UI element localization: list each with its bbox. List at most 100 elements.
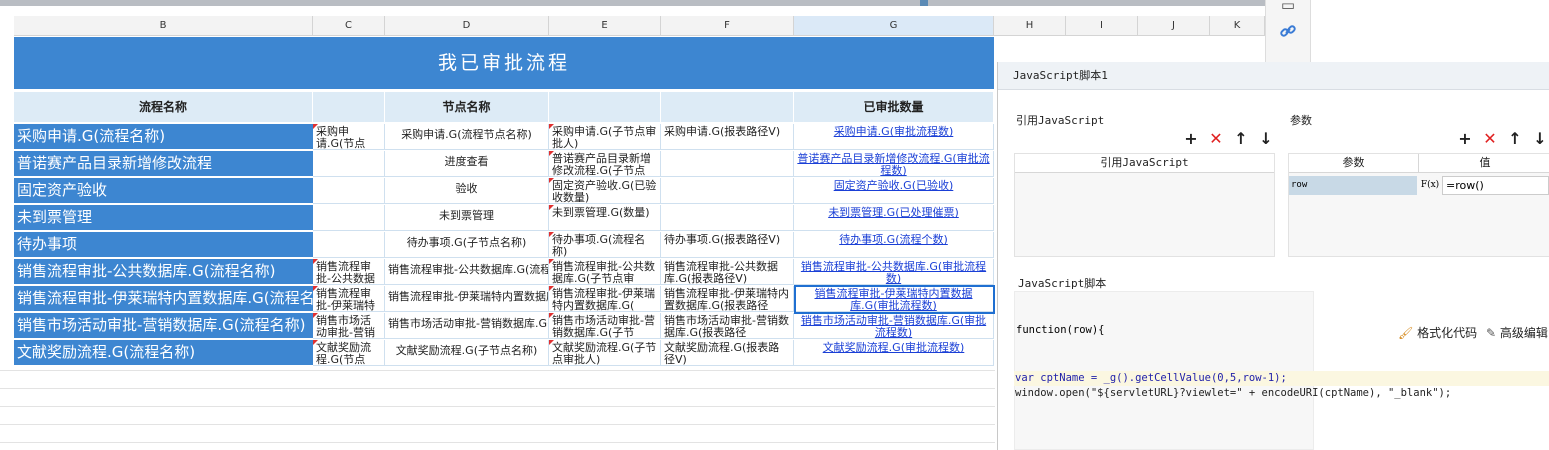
- header-node-name[interactable]: 节点名称: [385, 92, 549, 122]
- grid-line: [0, 370, 995, 371]
- value-column-header: 值: [1419, 154, 1549, 173]
- cell-d[interactable]: 未到票管理: [385, 205, 549, 231]
- cell-d[interactable]: 验收: [385, 178, 549, 204]
- col-header-i[interactable]: I: [1066, 16, 1138, 36]
- cell-d[interactable]: 销售流程审批-公共数据库.G(流程节点名称): [385, 259, 549, 285]
- cell-f[interactable]: [661, 178, 794, 204]
- cell-g[interactable]: 采购申请.G(审批流程数): [794, 124, 994, 150]
- process-name-cell[interactable]: 普诺赛产品目录新增修改流程: [14, 151, 313, 177]
- param-name-cell[interactable]: row: [1289, 176, 1417, 195]
- cell-e[interactable]: 待办事项.G(流程名称): [549, 232, 661, 258]
- cell-c[interactable]: [313, 232, 385, 258]
- cell-f[interactable]: [661, 151, 794, 177]
- code-line-1[interactable]: var cptName = _g().getCellValue(0,5,row-…: [1015, 372, 1287, 384]
- cell-g[interactable]: 销售流程审批-公共数据库.G(审批流程数): [794, 259, 994, 285]
- param-value-input[interactable]: =row(): [1442, 176, 1549, 195]
- cell-text: 销售市场活动审批-营销数据库.G(流程节点名称): [388, 317, 548, 330]
- header-empty-e[interactable]: [549, 92, 661, 122]
- cell-c[interactable]: 销售流程审批-伊莱瑞特: [313, 286, 385, 312]
- cell-e[interactable]: 固定资产验收.G(已验收数量): [549, 178, 661, 204]
- move-up-js-button[interactable]: ↑: [1232, 130, 1250, 148]
- header-empty-c[interactable]: [313, 92, 385, 122]
- cell-text: 销售市场活动审批-营销: [316, 314, 375, 339]
- process-name-cell[interactable]: 销售流程审批-公共数据库.G(流程名称): [14, 259, 313, 285]
- process-name-cell[interactable]: 采购申请.G(流程名称): [14, 124, 313, 150]
- cell-e[interactable]: 采购申请.G(子节点审批人): [549, 124, 661, 150]
- format-code-button[interactable]: 🖌 格式化代码: [1398, 324, 1477, 341]
- formula-icon[interactable]: F(x): [1420, 176, 1440, 195]
- process-name-cell[interactable]: 文献奖励流程.G(流程名称): [14, 340, 313, 366]
- ref-js-list[interactable]: 引用JavaScript: [1014, 153, 1275, 257]
- header-empty-f[interactable]: [661, 92, 794, 122]
- scroll-thumb[interactable]: [920, 0, 928, 6]
- cell-g[interactable]: 待办事项.G(流程个数): [794, 232, 994, 258]
- cell-icon[interactable]: ▭: [1278, 0, 1298, 14]
- report-title-banner[interactable]: 我已审批流程: [14, 37, 994, 89]
- params-table[interactable]: 参数 值 row F(x) =row(): [1288, 153, 1549, 257]
- cell-g[interactable]: 固定资产验收.G(已验收): [794, 178, 994, 204]
- cell-d[interactable]: 进度查看: [385, 151, 549, 177]
- cell-d[interactable]: 销售流程审批-伊莱瑞特内置数据库.G(流程节点名称): [385, 286, 549, 312]
- cell-e[interactable]: 销售市场活动审批-营销数据库.G(子节: [549, 313, 661, 339]
- process-name-cell[interactable]: 销售市场活动审批-营销数据库.G(流程名称): [14, 313, 313, 339]
- add-js-button[interactable]: +: [1182, 130, 1200, 148]
- col-header-g[interactable]: G: [794, 16, 994, 36]
- cell-f[interactable]: 销售流程审批-伊莱瑞特内置数据库.G(报表路径: [661, 286, 794, 312]
- col-header-c[interactable]: C: [313, 16, 385, 36]
- cell-e[interactable]: 未到票管理.G(数量): [549, 205, 661, 231]
- process-name-cell[interactable]: 销售流程审批-伊莱瑞特内置数据库.G(流程名称): [14, 286, 313, 312]
- cell-text: 销售市场活动审批-营销数据库.G(审批流程数): [800, 314, 987, 339]
- cell-e[interactable]: 销售流程审批-伊莱瑞特内置数据库.G(: [549, 286, 661, 312]
- cell-text: 销售流程审批-伊莱瑞特内置数据库.G(流程节点名称): [388, 290, 548, 303]
- cell-f[interactable]: 待办事项.G(报表路径V): [661, 232, 794, 258]
- col-header-j[interactable]: J: [1138, 16, 1210, 36]
- col-header-k[interactable]: K: [1210, 16, 1265, 36]
- delete-param-button[interactable]: ✕: [1481, 130, 1499, 148]
- cell-g[interactable]: 销售市场活动审批-营销数据库.G(审批流程数): [794, 313, 994, 339]
- cell-f[interactable]: [661, 205, 794, 231]
- cell-c[interactable]: [313, 151, 385, 177]
- cell-d[interactable]: 文献奖励流程.G(子节点名称): [385, 340, 549, 366]
- cell-d[interactable]: 销售市场活动审批-营销数据库.G(流程节点名称): [385, 313, 549, 339]
- cell-f[interactable]: 采购申请.G(报表路径V): [661, 124, 794, 150]
- advanced-edit-button[interactable]: ✎ 高级编辑: [1486, 324, 1548, 341]
- delete-js-button[interactable]: ✕: [1207, 130, 1225, 148]
- cell-f[interactable]: 文献奖励流程.G(报表路径V): [661, 340, 794, 366]
- code-line-2[interactable]: window.open("${servletURL}?viewlet=" + e…: [1015, 387, 1451, 399]
- ref-js-label: 引用JavaScript: [1016, 114, 1105, 127]
- add-param-button[interactable]: +: [1456, 130, 1474, 148]
- cell-c[interactable]: 采购申请.G(节点ID): [313, 124, 385, 150]
- cell-g[interactable]: 文献奖励流程.G(审批流程数): [794, 340, 994, 366]
- col-header-e[interactable]: E: [549, 16, 661, 36]
- cell-text: 待办事项.G(流程名称): [552, 233, 646, 258]
- hyperlink-icon[interactable]: [1278, 22, 1298, 40]
- cell-d[interactable]: 待办事项.G(子节点名称): [385, 232, 549, 258]
- col-header-d[interactable]: D: [385, 16, 549, 36]
- cell-e[interactable]: 普诺赛产品目录新增修改流程.G(子节点: [549, 151, 661, 177]
- move-down-param-button[interactable]: ↓: [1531, 130, 1549, 148]
- cell-f[interactable]: 销售流程审批-公共数据库.G(报表路径V): [661, 259, 794, 285]
- move-down-js-button[interactable]: ↓: [1257, 130, 1275, 148]
- cell-e[interactable]: 文献奖励流程.G(子节点审批人): [549, 340, 661, 366]
- cell-f[interactable]: 销售市场活动审批-营销数据库.G(报表路径: [661, 313, 794, 339]
- process-name-cell[interactable]: 固定资产验收: [14, 178, 313, 204]
- cell-e[interactable]: 销售流程审批-公共数据库.G(子节点审: [549, 259, 661, 285]
- cell-g[interactable]: 普诺赛产品目录新增修改流程.G(审批流程数): [794, 151, 994, 177]
- col-header-b[interactable]: B: [14, 16, 313, 36]
- move-up-param-button[interactable]: ↑: [1506, 130, 1524, 148]
- cell-d[interactable]: 采购申请.G(流程节点名称): [385, 124, 549, 150]
- cell-c[interactable]: [313, 178, 385, 204]
- col-header-f[interactable]: F: [661, 16, 794, 36]
- comment-flag-icon: [313, 340, 318, 345]
- cell-c[interactable]: 销售流程审批-公共数据: [313, 259, 385, 285]
- cell-text: 采购申请.G(审批流程数): [833, 125, 954, 138]
- cell-c[interactable]: 文献奖励流程.G(节点ID): [313, 340, 385, 366]
- process-name-cell[interactable]: 待办事项: [14, 232, 313, 258]
- cell-g[interactable]: 未到票管理.G(已处理催票): [794, 205, 994, 231]
- header-process-name[interactable]: 流程名称: [14, 92, 313, 122]
- col-header-h[interactable]: H: [994, 16, 1066, 36]
- process-name-cell[interactable]: 未到票管理: [14, 205, 313, 231]
- cell-c[interactable]: 销售市场活动审批-营销: [313, 313, 385, 339]
- header-approved-count[interactable]: 已审批数量: [794, 92, 994, 122]
- cell-c[interactable]: [313, 205, 385, 231]
